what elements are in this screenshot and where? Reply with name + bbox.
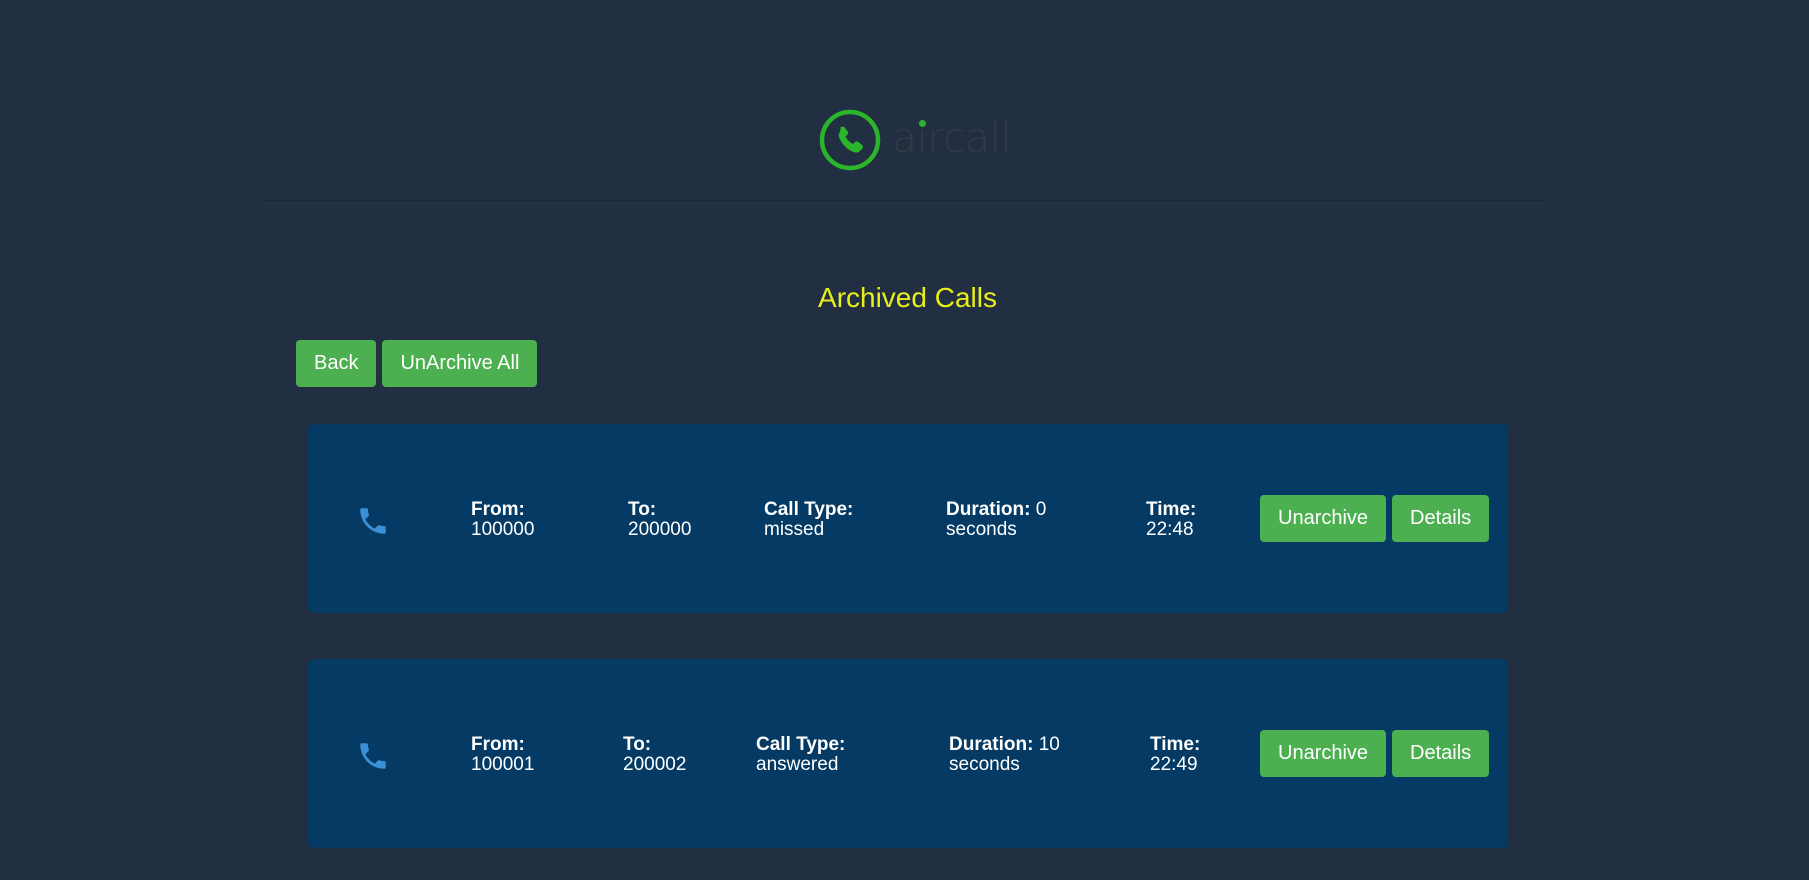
duration-unit: seconds	[946, 519, 1017, 540]
to-field: To: 200000	[628, 500, 691, 540]
time-value: 22:48	[1146, 519, 1194, 540]
to-label: To:	[628, 499, 657, 520]
duration-unit: seconds	[949, 754, 1020, 775]
duration-value: 0	[1035, 499, 1047, 520]
back-button[interactable]: Back	[296, 340, 377, 387]
call-type-field: Call Type: missed	[764, 500, 853, 540]
details-button[interactable]: Details	[1392, 730, 1490, 777]
aircall-logo: aircall	[818, 108, 1012, 172]
duration-label: Duration:	[946, 499, 1031, 520]
to-value: 200002	[623, 754, 687, 775]
to-value: 200000	[628, 519, 692, 540]
duration-field: Duration: 10 seconds	[949, 735, 1060, 775]
details-button[interactable]: Details	[1392, 495, 1490, 542]
from-label: From:	[471, 499, 525, 520]
unarchive-button[interactable]: Unarchive	[1260, 495, 1387, 542]
time-field: Time: 22:48	[1146, 500, 1196, 540]
duration-field: Duration: 0 seconds	[946, 500, 1046, 540]
from-field: From: 100000	[471, 500, 534, 540]
call-type-field: Call Type: answered	[756, 735, 845, 775]
phone-circle-icon	[819, 109, 881, 171]
logo-dot	[919, 120, 926, 127]
logo-wordmark: aircall	[892, 113, 1012, 162]
time-label: Time:	[1150, 734, 1201, 755]
header: aircall	[0, 0, 1809, 200]
duration-label: Duration:	[949, 734, 1034, 755]
from-value: 100001	[471, 754, 535, 775]
phone-icon	[360, 743, 386, 769]
page-title: Archived Calls	[818, 282, 997, 313]
from-field: From: 100001	[471, 735, 534, 775]
call-actions: Unarchive Details	[1260, 495, 1490, 542]
time-label: Time:	[1146, 499, 1197, 520]
unarchive-button[interactable]: Unarchive	[1260, 730, 1387, 777]
toolbar: Back UnArchive All	[296, 340, 538, 387]
call-actions: Unarchive Details	[1260, 730, 1490, 777]
call-card: From: 100000 To: 200000 Call Type: misse…	[308, 424, 1508, 613]
phone-icon	[360, 508, 386, 534]
call-type-value: missed	[764, 519, 825, 540]
to-label: To:	[623, 734, 652, 755]
archived-calls-page: aircall Archived Calls Back UnArchive Al…	[0, 0, 1809, 880]
call-type-value: answered	[756, 754, 839, 775]
from-value: 100000	[471, 519, 535, 540]
duration-value: 10	[1038, 734, 1060, 755]
call-type-label: Call Type:	[756, 734, 846, 755]
header-divider	[263, 200, 1546, 201]
unarchive-all-button[interactable]: UnArchive All	[382, 340, 538, 387]
call-type-label: Call Type:	[764, 499, 854, 520]
from-label: From:	[471, 734, 525, 755]
call-card: From: 100001 To: 200002 Call Type: answe…	[308, 659, 1508, 848]
time-value: 22:49	[1150, 754, 1198, 775]
time-field: Time: 22:49	[1150, 735, 1200, 775]
to-field: To: 200002	[623, 735, 686, 775]
